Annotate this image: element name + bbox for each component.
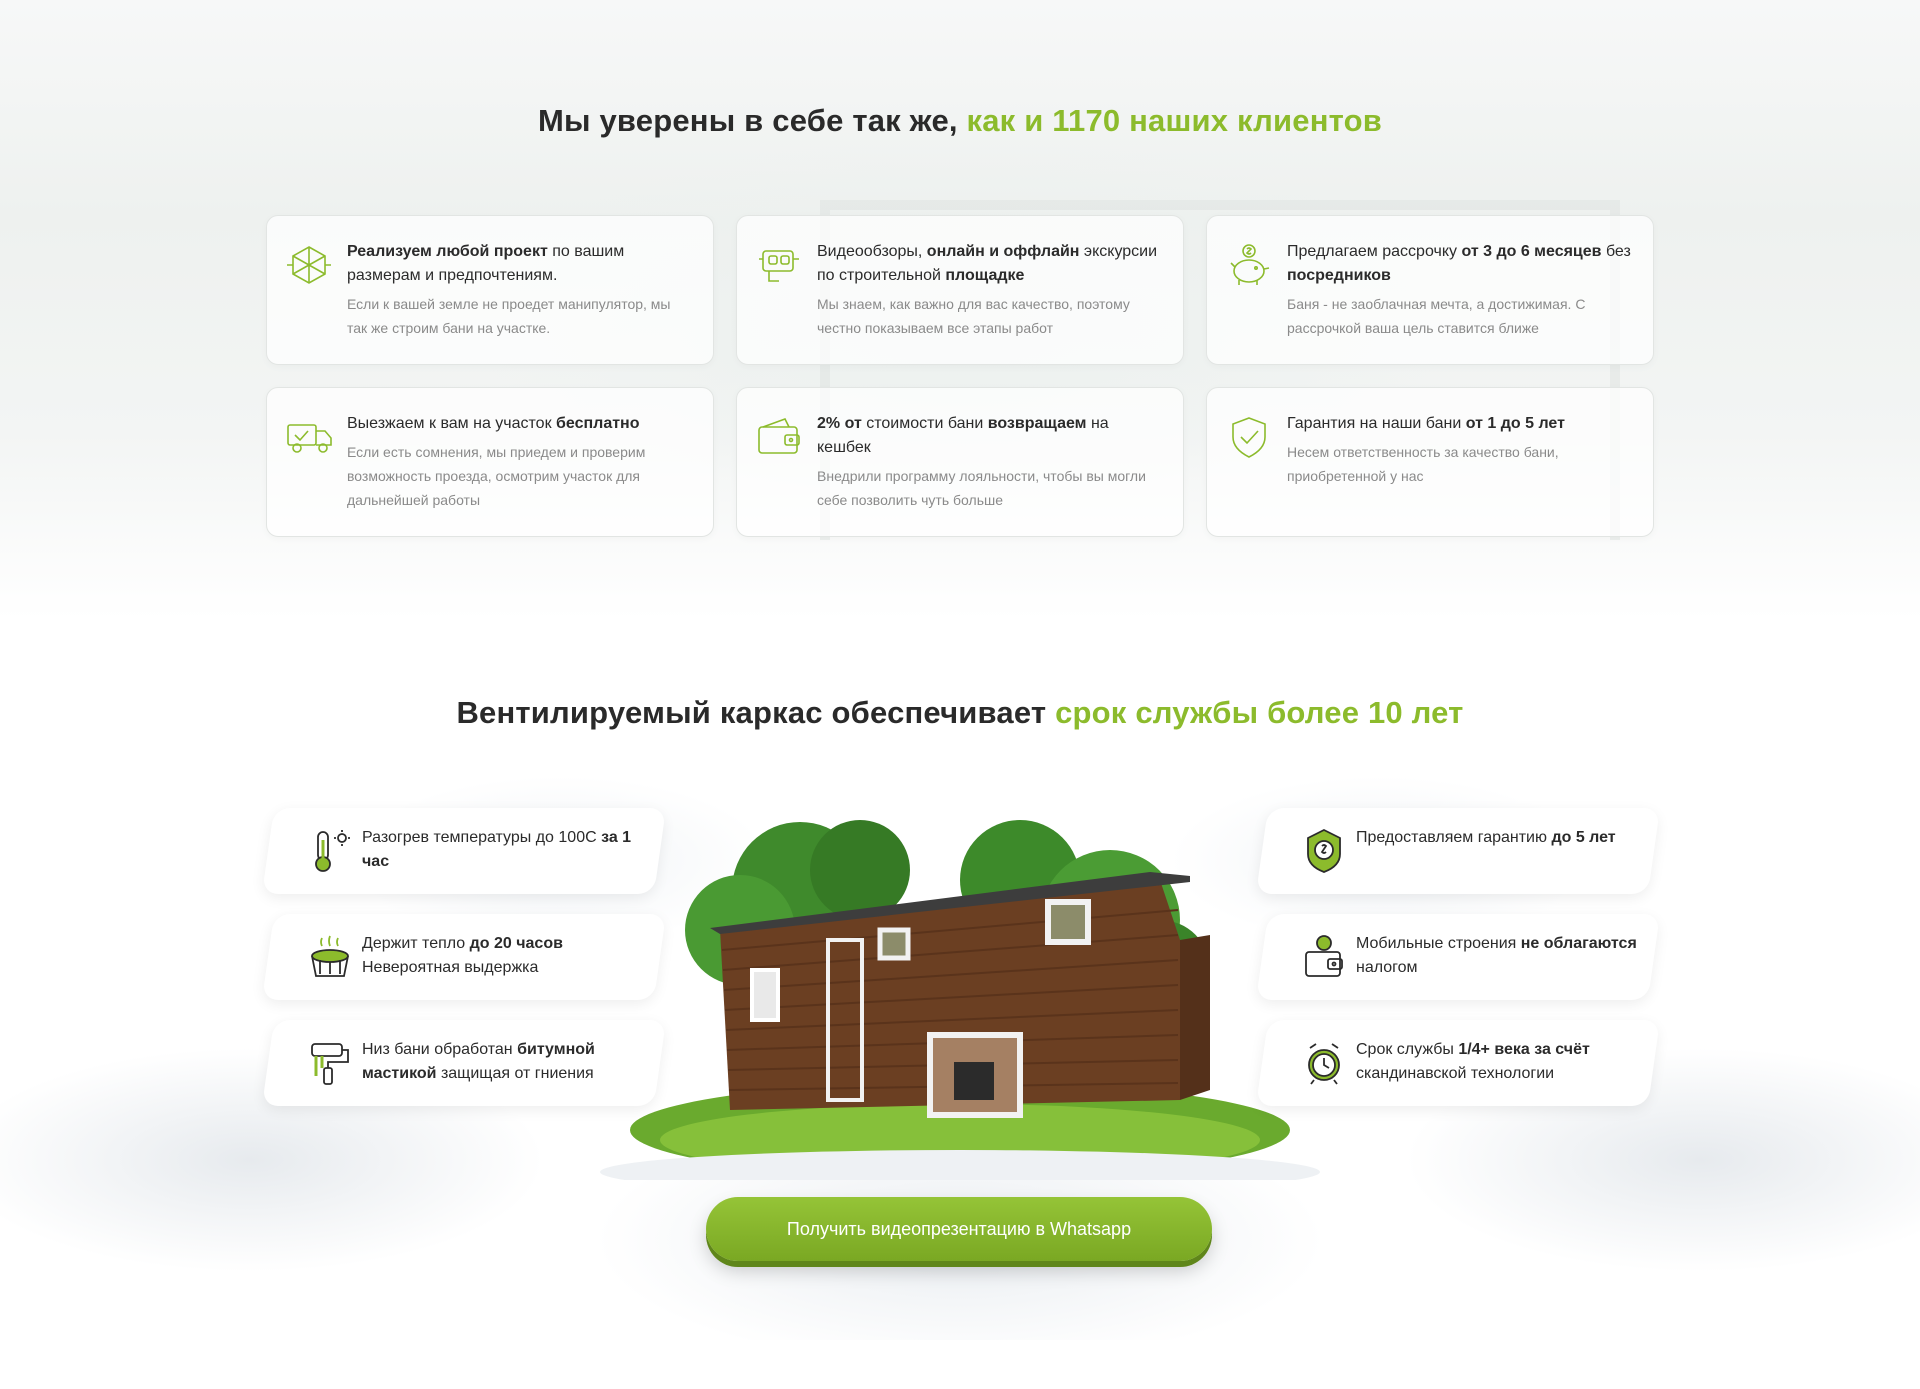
vr-headset-icon bbox=[755, 241, 803, 289]
card-title: Выезжаем к вам на участок бесплатно bbox=[347, 415, 640, 432]
card-title: Гарантия на наши бани от 1 до 5 лет bbox=[1287, 415, 1565, 432]
sauna-stones-icon bbox=[308, 934, 352, 980]
title-accent-text: как и 1170 наших клиентов bbox=[966, 103, 1383, 138]
section-title-confidence: Мы уверены в себе так же, как и 1170 наш… bbox=[0, 103, 1920, 139]
delivery-truck-icon bbox=[285, 413, 333, 461]
card-title: Реализуем любой проект по вашим размерам… bbox=[347, 243, 625, 284]
feature-text: Мобильные строения не облагаются налогом bbox=[1356, 935, 1637, 976]
title-main-text: Мы уверены в себе так же, bbox=[537, 103, 967, 138]
advantage-card: Предлагаем рассрочку от 3 до 6 месяцев б… bbox=[1206, 215, 1654, 365]
card-title: Видеообзоры, онлайн и оффлайн экскурсии … bbox=[817, 243, 1158, 284]
card-description: Несем ответственность за качество бани, … bbox=[1287, 444, 1559, 484]
piggy-bank-icon bbox=[1225, 241, 1273, 289]
feature-text: Низ бани обработан битумной мастикой защ… bbox=[362, 1041, 595, 1082]
feature-card: Срок службы 1/4+ века за счёт скандинавс… bbox=[1255, 1020, 1661, 1106]
advantage-card: Выезжаем к вам на участок бесплатно Если… bbox=[266, 387, 714, 537]
shield-check-icon bbox=[1225, 413, 1273, 461]
advantage-card: Видеообзоры, онлайн и оффлайн экскурсии … bbox=[736, 215, 1184, 365]
alarm-clock-icon bbox=[1302, 1040, 1346, 1086]
feature-card: Разогрев температуры до 100С за 1 час bbox=[261, 808, 667, 894]
guarantee-badge-icon bbox=[1302, 828, 1346, 874]
card-description: Если есть сомнения, мы приедем и провери… bbox=[347, 444, 646, 508]
sauna-house-illustration bbox=[590, 810, 1330, 1194]
card-title: 2% от стоимости бани возвращаем на кешбе… bbox=[817, 415, 1109, 456]
wallet-icon bbox=[755, 413, 803, 461]
tax-wallet-icon bbox=[1302, 934, 1346, 980]
thermometer-icon bbox=[308, 828, 352, 874]
feature-text: Держит тепло до 20 часов Невероятная выд… bbox=[362, 935, 563, 976]
feature-card: Низ бани обработан битумной мастикой защ… bbox=[261, 1020, 667, 1106]
title-accent-text: срок службы более 10 лет bbox=[1055, 695, 1464, 730]
whatsapp-video-presentation-button[interactable]: Получить видеопрезентацию в Whatsapp bbox=[706, 1197, 1212, 1261]
section-title-frame: Вентилируемый каркас обеспечивает срок с… bbox=[0, 695, 1920, 731]
card-description: Баня - не заоблачная мечта, а достижимая… bbox=[1287, 296, 1586, 336]
card-description: Если к вашей земле не проедет манипулято… bbox=[347, 296, 671, 336]
advantage-card: Реализуем любой проект по вашим размерам… bbox=[266, 215, 714, 365]
feature-card: Держит тепло до 20 часов Невероятная выд… bbox=[261, 914, 667, 1000]
advantage-card: Гарантия на наши бани от 1 до 5 лет Несе… bbox=[1206, 387, 1654, 537]
advantage-card: 2% от стоимости бани возвращаем на кешбе… bbox=[736, 387, 1184, 537]
feature-text: Предоставляем гарантию до 5 лет bbox=[1356, 829, 1616, 846]
card-description: Внедрили программу лояльности, чтобы вы … bbox=[817, 468, 1146, 508]
feature-card: Предоставляем гарантию до 5 лет bbox=[1255, 808, 1661, 894]
title-main-text: Вентилируемый каркас обеспечивает bbox=[456, 695, 1056, 730]
feature-text: Срок службы 1/4+ века за счёт скандинавс… bbox=[1356, 1041, 1590, 1082]
feature-text: Разогрев температуры до 100С за 1 час bbox=[362, 829, 632, 870]
paint-roller-icon bbox=[308, 1040, 352, 1086]
cube-icon bbox=[285, 241, 333, 289]
card-description: Мы знаем, как важно для вас качество, по… bbox=[817, 296, 1130, 336]
card-title: Предлагаем рассрочку от 3 до 6 месяцев б… bbox=[1287, 243, 1631, 284]
feature-card: Мобильные строения не облагаются налогом bbox=[1255, 914, 1661, 1000]
